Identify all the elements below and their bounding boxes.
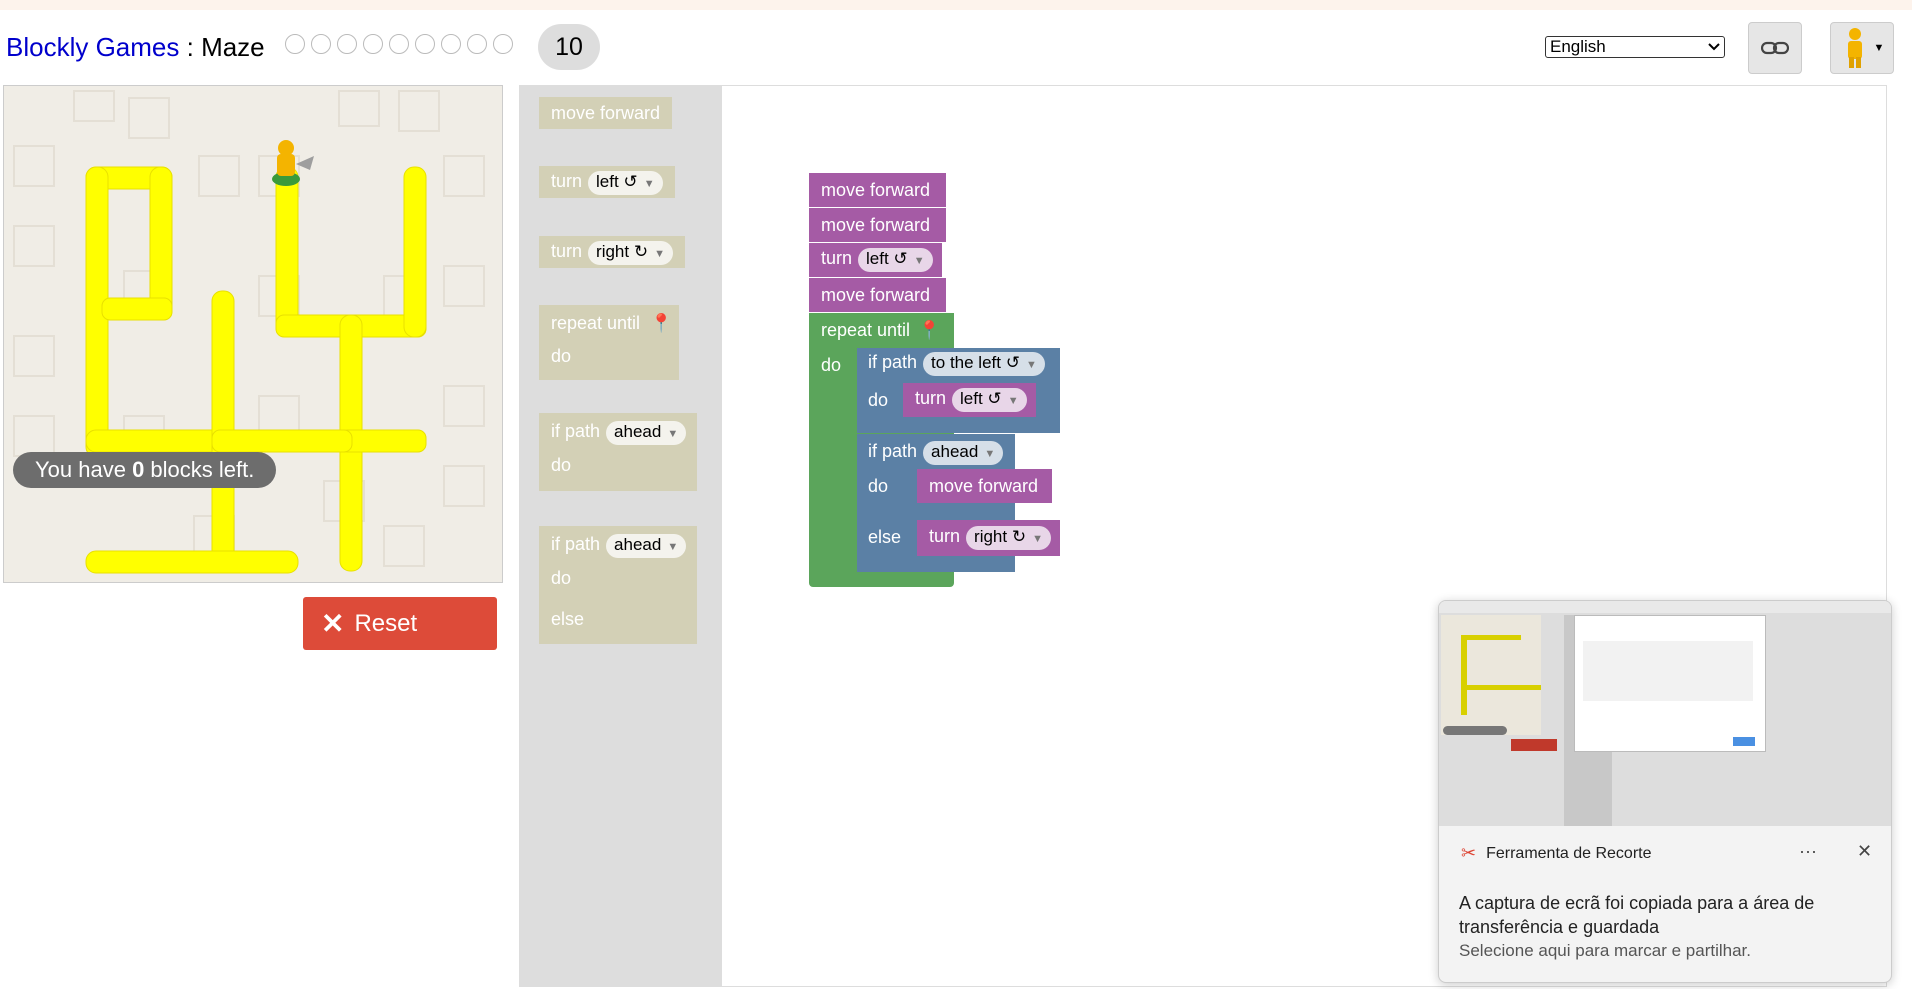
pegman-avatar [272,140,314,186]
program-if2-turn-right[interactable]: turn right ↻ ▼ [917,520,1060,556]
level-dot-7[interactable] [441,34,461,54]
screenshot-thumbnail[interactable] [1439,601,1891,826]
toolbox-repeat-until-block[interactable]: repeat until 📍 do [539,305,679,380]
link-icon [1761,41,1789,55]
turn-direction-field[interactable]: right ↻ ▼ [588,241,673,265]
notification-header: ✂ Ferramenta de Recorte [1461,843,1652,864]
snipping-tool-notification[interactable]: ✂ Ferramenta de Recorte ··· ✕ A captura … [1438,600,1892,983]
path-direction-field[interactable]: ahead ▼ [923,441,1004,465]
language-value: English [1550,37,1606,56]
blocks-left-count: 0 [132,457,145,482]
program-turn-left[interactable]: turn left ↺ ▼ [809,243,942,277]
program-move-forward-1[interactable]: move forward [809,173,946,207]
scissors-icon: ✂ [1461,843,1477,863]
program-if1-turn-left[interactable]: turn left ↺ ▼ [903,383,1036,417]
top-strip [0,0,1912,10]
program-if2-move-forward[interactable]: move forward [917,469,1052,503]
pegman-button[interactable]: ▼ [1830,22,1894,74]
close-icon: ✕ [321,608,345,639]
pegman-icon [1847,28,1862,68]
path-direction-field[interactable]: to the left ↺ ▼ [923,352,1045,376]
toolbox-if-else-block[interactable]: if path ahead ▼ do else [539,526,697,644]
reset-button[interactable]: ✕ Reset [303,597,497,650]
blocks-left-label: You have 0 blocks left. [13,452,277,488]
reset-label: Reset [354,609,418,637]
toolbox-turn-left-block[interactable]: turn left ↺ ▼ [539,166,675,198]
turn-direction-field[interactable]: left ↺ ▼ [858,248,933,272]
notification-message: A captura de ecrã foi copiada para a áre… [1459,893,1815,937]
current-level-badge[interactable]: 10 [538,24,600,70]
level-dot-3[interactable] [337,34,357,54]
close-icon[interactable]: ✕ [1857,841,1872,862]
path-direction-field[interactable]: ahead ▼ [606,421,687,445]
level-dot-6[interactable] [415,34,435,54]
level-dot-1[interactable] [285,34,305,54]
level-dot-2[interactable] [311,34,331,54]
level-dot-5[interactable] [389,34,409,54]
maze-canvas [3,85,503,583]
notification-sub-message: Selecione aqui para marcar e partilhar. [1459,941,1751,960]
level-dot-4[interactable] [363,34,383,54]
game-name: Maze [201,32,265,62]
link-button[interactable] [1748,22,1802,74]
toolbox-move-forward-block[interactable]: move forward [539,97,673,129]
level-dots [285,34,513,54]
level-dot-8[interactable] [467,34,487,54]
maze-path [85,166,427,574]
turn-direction-field[interactable]: left ↺ ▼ [588,171,663,195]
toolbox-if-path-block[interactable]: if path ahead ▼ do [539,413,697,491]
turn-direction-field[interactable]: right ↻ ▼ [966,526,1051,550]
more-icon[interactable]: ··· [1799,841,1817,862]
language-select[interactable]: English [1545,36,1725,58]
path-direction-field[interactable]: ahead ▼ [606,534,687,558]
marker-icon: 📍 [918,320,941,340]
chevron-down-icon [1708,43,1720,51]
page-title: Blockly Games : Maze [6,32,265,63]
title-separator: : [179,32,202,62]
program-move-forward-2[interactable]: move forward [809,208,946,242]
turn-direction-field[interactable]: left ↺ ▼ [952,388,1027,412]
maze-svg [13,90,485,574]
caret-down-icon: ▼ [1873,42,1885,54]
program-move-forward-3[interactable]: move forward [809,278,946,312]
blockly-games-link[interactable]: Blockly Games [6,32,179,62]
notification-app-name: Ferramenta de Recorte [1486,844,1652,862]
marker-icon: 📍 [650,313,673,333]
level-dot-9[interactable] [493,34,513,54]
toolbox-turn-right-block[interactable]: turn right ↻ ▼ [539,236,685,268]
